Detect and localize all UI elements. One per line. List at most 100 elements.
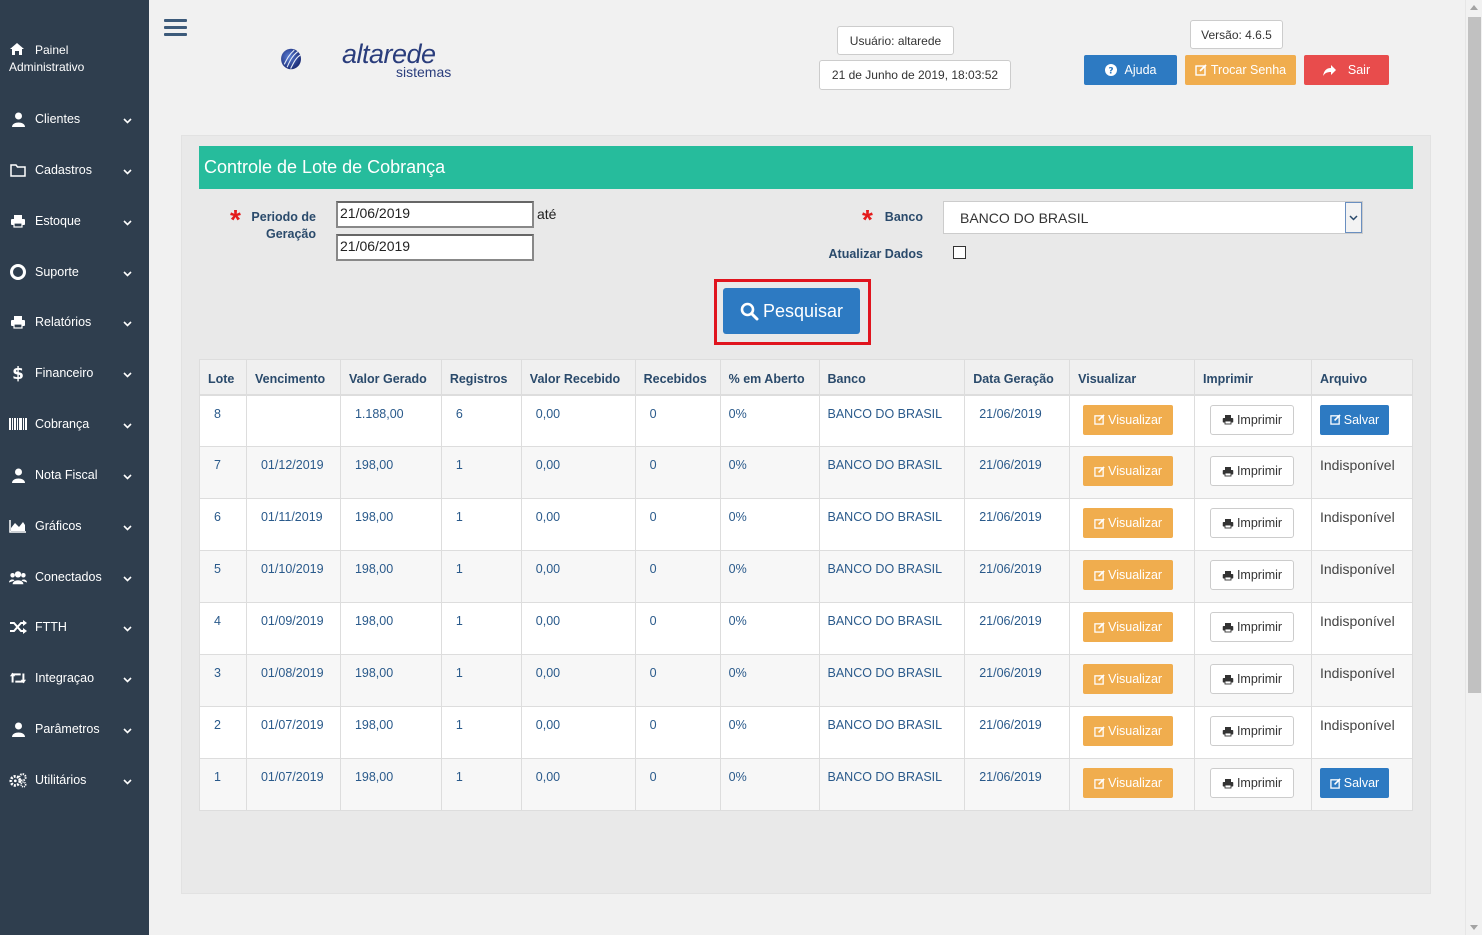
help-button[interactable]: ? Ajuda [1084,55,1177,85]
user-icon [9,721,27,737]
version-info: Versão: 4.6.5 [1190,20,1283,49]
save-label: Salvar [1343,776,1380,790]
sidebar-item-graficos[interactable]: Gráficos [0,509,149,543]
view-button[interactable]: Visualizar [1083,716,1174,746]
sidebar-item-parametros[interactable]: Parâmetros [0,712,149,746]
print-button[interactable]: Imprimir [1210,456,1295,486]
user-info: Usuário: altarede [837,26,954,55]
sidebar-dashboard-link[interactable]: Painel Administrativo [0,0,149,92]
sidebar-item-estoque[interactable]: Estoque [0,204,149,238]
cell-venc: 01/11/2019 [245,498,341,551]
cell-valor: 198,00 [339,706,442,759]
logo-subtext: sistemas [396,64,452,80]
chevron-down-icon [123,722,132,734]
table-row: 8 1.188,00 6 0,00 0 0% BANCO DO BRASIL 21/06/20… [199,394,1414,447]
date-to-input[interactable]: 21/06/2019 [336,234,534,261]
view-button[interactable]: Visualizar [1083,664,1174,694]
sidebar-item-suporte[interactable]: Suporte [0,255,149,289]
sidebar-item-conectados[interactable]: Conectados [0,560,149,594]
print-button[interactable]: Imprimir [1210,716,1295,746]
sidebar-item-financeiro[interactable]: $ Financeiro [0,356,149,390]
print-button[interactable]: Imprimir [1210,768,1295,798]
required-asterisk-icon: * [862,204,873,235]
cell-venc: 01/10/2019 [245,550,341,603]
cell-recebido: 0,00 [520,394,636,447]
print-label: Imprimir [1236,464,1283,478]
date-from-input[interactable]: 21/06/2019 [336,201,534,228]
sidebar-item-cobranca[interactable]: Cobrança [0,407,149,441]
table-row: 4 01/09/2019 198,00 1 0,00 0 0% BANCO DO BRASIL… [199,602,1414,655]
user-icon [9,467,27,483]
column-header: Lote [199,359,247,396]
cell-venc: 01/07/2019 [245,758,341,811]
cell-recebido: 0,00 [520,498,636,551]
sidebar-item-nota-fiscal[interactable]: Nota Fiscal [0,458,149,492]
cell-view: Visualizar [1069,758,1196,811]
sidebar-item-cadastros[interactable]: Cadastros [0,153,149,187]
sidebar-item-relatorios[interactable]: Relatórios [0,305,149,339]
print-icon [1222,518,1234,529]
print-button[interactable]: Imprimir [1210,664,1295,694]
sidebar-item-utilitarios[interactable]: Utilitários [0,763,149,797]
edit-icon [1094,725,1105,737]
table-row: 6 01/11/2019 198,00 1 0,00 0 0% BANCO DO BRASIL… [199,498,1414,551]
scroll-up-icon[interactable] [1470,5,1478,10]
cell-print: Imprimir [1194,498,1312,551]
cell-recebidos: 0 [634,446,721,499]
sidebar-item-clientes[interactable]: Clientes [0,102,149,136]
scroll-down-icon[interactable] [1470,925,1478,930]
cell-registros: 1 [440,550,522,603]
page-scrollbar[interactable] [1465,0,1482,935]
help-label: Ajuda [1124,63,1157,77]
view-button[interactable]: Visualizar [1083,456,1174,486]
retweet-icon [9,670,27,686]
scrollbar-thumb[interactable] [1468,17,1481,693]
svg-text:?: ? [1108,67,1113,77]
view-button[interactable]: Visualizar [1083,508,1174,538]
print-button[interactable]: Imprimir [1210,404,1295,435]
sidebar-item-label: Estoque [35,214,81,228]
view-button[interactable]: Visualizar [1083,560,1174,590]
cogs-icon [9,772,27,788]
cell-lote: 8 [199,394,247,447]
print-button[interactable]: Imprimir [1210,560,1295,590]
column-header: Banco [818,359,966,396]
print-button[interactable]: Imprimir [1210,612,1295,642]
sidebar-item-integracao[interactable]: Integraçao [0,661,149,695]
cell-venc: 01/07/2019 [245,706,341,759]
print-icon [1222,466,1234,477]
search-button[interactable]: Pesquisar [723,288,860,334]
cell-view: Visualizar [1069,706,1196,759]
cell-aberto: 0% [719,758,820,811]
print-button[interactable]: Imprimir [1210,508,1295,538]
sidebar-item-label: Cobrança [35,417,90,431]
change-password-button[interactable]: Trocar Senha [1185,55,1296,85]
cell-print: Imprimir [1194,550,1312,603]
bank-label: Banco [884,210,923,224]
cell-lote: 2 [199,706,247,759]
cell-data: 21/06/2019 [964,706,1071,759]
chevron-down-icon[interactable] [1345,202,1362,233]
edit-icon [1094,517,1105,529]
view-button[interactable]: Visualizar [1083,768,1174,798]
update-data-checkbox[interactable] [953,246,966,259]
cell-recebido: 0,00 [520,654,636,707]
save-button[interactable]: Salvar [1319,404,1389,435]
cell-recebido: 0,00 [520,602,636,655]
cell-data: 21/06/2019 [964,602,1071,655]
search-icon [740,302,759,321]
dollar-icon: $ [9,365,27,382]
bank-select[interactable]: BANCO DO BRASIL [943,201,1363,234]
view-button[interactable]: Visualizar [1083,404,1174,435]
logout-button[interactable]: Sair [1304,55,1389,85]
cell-data: 21/06/2019 [964,446,1071,499]
menu-toggle-button[interactable] [164,19,187,39]
cell-aberto: 0% [719,706,820,759]
save-button[interactable]: Salvar [1319,768,1389,798]
view-button[interactable]: Visualizar [1083,612,1174,642]
table-row: 2 01/07/2019 198,00 1 0,00 0 0% BANCO DO BRASIL… [199,706,1414,759]
print-label: Imprimir [1236,776,1283,790]
cell-print: Imprimir [1194,394,1312,447]
sidebar-item-ftth[interactable]: FTTH [0,610,149,644]
cell-file: Salvar [1310,394,1414,447]
